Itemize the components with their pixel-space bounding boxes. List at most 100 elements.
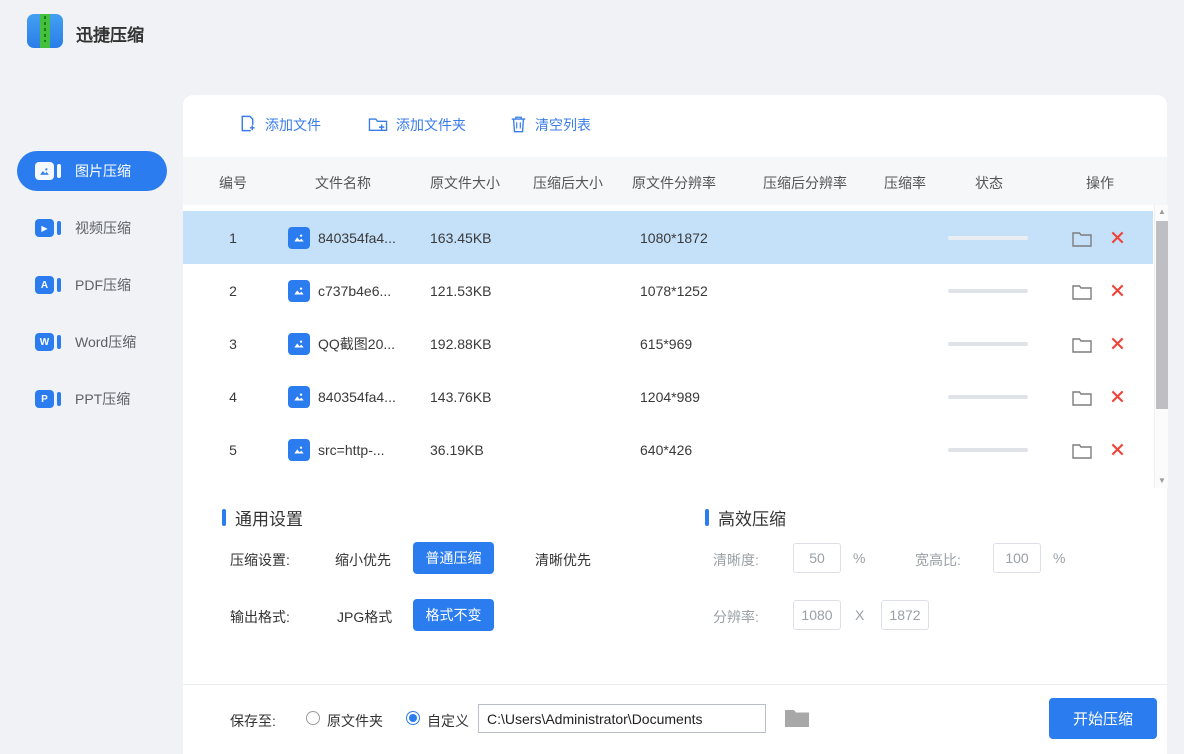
- delete-icon[interactable]: [1110, 230, 1126, 246]
- col-op: 操作: [1086, 173, 1114, 193]
- section-tick: [705, 509, 709, 526]
- option-keep-format[interactable]: 格式不变: [413, 599, 494, 631]
- radio-custom-label[interactable]: 自定义: [427, 711, 469, 731]
- table-scrollbar[interactable]: ▲ ▼: [1154, 205, 1168, 488]
- option-normal-compress[interactable]: 普通压缩: [413, 542, 494, 574]
- sidebar-item-pdf-compress[interactable]: A PDF压缩: [17, 265, 167, 305]
- delete-icon[interactable]: [1110, 442, 1126, 458]
- file-resolution: 1204*989: [640, 389, 700, 405]
- col-no: 编号: [213, 173, 253, 193]
- video-icon: ▶: [35, 218, 62, 238]
- save-to-label: 保存至:: [230, 711, 276, 731]
- add-file-button[interactable]: 添加文件: [238, 111, 321, 139]
- delete-icon[interactable]: [1110, 283, 1126, 299]
- file-size: 143.76KB: [430, 389, 492, 405]
- table-row[interactable]: 5 src=http-... 36.19KB 640*426: [183, 423, 1153, 476]
- progress-bar: [948, 289, 1028, 293]
- file-size: 163.45KB: [430, 230, 492, 246]
- row-number: 4: [213, 389, 253, 405]
- open-folder-icon[interactable]: [1071, 387, 1093, 407]
- scrollbar-thumb[interactable]: [1156, 221, 1168, 409]
- add-folder-button[interactable]: 添加文件夹: [368, 111, 466, 139]
- clarity-percent: %: [853, 550, 865, 566]
- section-tick: [222, 509, 226, 526]
- clarity-label: 清晰度:: [713, 550, 759, 570]
- sidebar-item-word-compress[interactable]: W Word压缩: [17, 322, 167, 362]
- col-ratio: 压缩率: [884, 173, 926, 193]
- col-comp-size: 压缩后大小: [533, 173, 603, 193]
- progress-bar: [948, 236, 1028, 240]
- footer-divider: [183, 684, 1167, 685]
- file-name: src=http-...: [318, 442, 423, 458]
- col-orig-size: 原文件大小: [430, 173, 500, 193]
- progress-bar: [948, 448, 1028, 452]
- radio-custom[interactable]: [406, 711, 420, 725]
- open-folder-icon[interactable]: [1071, 228, 1093, 248]
- delete-icon[interactable]: [1110, 336, 1126, 352]
- general-settings-title: 通用设置: [222, 505, 303, 530]
- sidebar-item-ppt-compress[interactable]: P PPT压缩: [17, 379, 167, 419]
- sidebar-item-label: 图片压缩: [75, 161, 131, 181]
- option-jpg-format[interactable]: JPG格式: [337, 607, 392, 627]
- col-orig-res: 原文件分辨率: [632, 173, 716, 193]
- clear-list-button[interactable]: 清空列表: [510, 111, 591, 139]
- resolution-x: X: [855, 607, 864, 623]
- aspect-input[interactable]: [993, 543, 1041, 573]
- save-path-input[interactable]: [478, 704, 766, 733]
- output-format-label: 输出格式:: [230, 607, 290, 627]
- file-plus-icon: [238, 114, 257, 136]
- app-title: 迅捷压缩: [76, 21, 144, 46]
- table-row[interactable]: 2 c737b4e6... 121.53KB 1078*1252: [183, 264, 1153, 317]
- browse-folder-icon[interactable]: [785, 708, 809, 727]
- radio-original-folder[interactable]: [306, 711, 320, 725]
- compress-setting-label: 压缩设置:: [230, 550, 290, 570]
- scroll-down-icon[interactable]: ▼: [1155, 474, 1169, 488]
- image-icon: [35, 161, 62, 181]
- pdf-icon: A: [35, 275, 62, 295]
- col-name: 文件名称: [315, 173, 371, 193]
- row-number: 3: [213, 336, 253, 352]
- option-clarity-first[interactable]: 清晰优先: [535, 550, 591, 570]
- file-name: c737b4e6...: [318, 283, 423, 299]
- delete-icon[interactable]: [1110, 389, 1126, 405]
- open-folder-icon[interactable]: [1071, 334, 1093, 354]
- open-folder-icon[interactable]: [1071, 440, 1093, 460]
- clarity-input[interactable]: [793, 543, 841, 573]
- ppt-icon: P: [35, 389, 62, 409]
- image-file-icon: [288, 439, 310, 461]
- open-folder-icon[interactable]: [1071, 281, 1093, 301]
- main-panel: 添加文件 添加文件夹 清空列表 编号 文件名称 原文件大小 压缩后大小 原文件分…: [183, 95, 1167, 754]
- scroll-up-icon[interactable]: ▲: [1155, 205, 1169, 219]
- file-resolution: 1078*1252: [640, 283, 708, 299]
- start-compress-button[interactable]: 开始压缩: [1049, 698, 1157, 739]
- file-size: 36.19KB: [430, 442, 484, 458]
- file-resolution: 1080*1872: [640, 230, 708, 246]
- row-number: 2: [213, 283, 253, 299]
- option-shrink-first[interactable]: 缩小优先: [335, 550, 391, 570]
- table-row[interactable]: 3 QQ截图20... 192.88KB 615*969: [183, 317, 1153, 370]
- sidebar-item-video-compress[interactable]: ▶ 视频压缩: [17, 208, 167, 248]
- table-header: 编号 文件名称 原文件大小 压缩后大小 原文件分辨率 压缩后分辨率 压缩率 状态…: [183, 157, 1167, 205]
- file-resolution: 615*969: [640, 336, 692, 352]
- zipper-icon: [40, 14, 50, 48]
- app-logo: [27, 14, 63, 48]
- sidebar-item-label: Word压缩: [75, 332, 136, 352]
- col-comp-res: 压缩后分辨率: [763, 173, 847, 193]
- file-list: 1 840354fa4... 163.45KB 1080*1872 2 c737…: [183, 205, 1153, 488]
- file-size: 192.88KB: [430, 336, 492, 352]
- progress-bar: [948, 395, 1028, 399]
- aspect-label: 宽高比:: [915, 550, 961, 570]
- table-row[interactable]: 4 840354fa4... 143.76KB 1204*989: [183, 370, 1153, 423]
- sidebar-item-label: 视频压缩: [75, 218, 131, 238]
- file-resolution: 640*426: [640, 442, 692, 458]
- file-name: QQ截图20...: [318, 334, 423, 354]
- table-row[interactable]: 1 840354fa4... 163.45KB 1080*1872: [183, 211, 1153, 264]
- file-size: 121.53KB: [430, 283, 492, 299]
- trash-icon: [510, 115, 527, 136]
- radio-original-label[interactable]: 原文件夹: [327, 711, 383, 731]
- resolution-width-input[interactable]: [793, 600, 841, 630]
- resolution-height-input[interactable]: [881, 600, 929, 630]
- sidebar-item-image-compress[interactable]: 图片压缩: [17, 151, 167, 191]
- image-file-icon: [288, 227, 310, 249]
- file-name: 840354fa4...: [318, 230, 423, 246]
